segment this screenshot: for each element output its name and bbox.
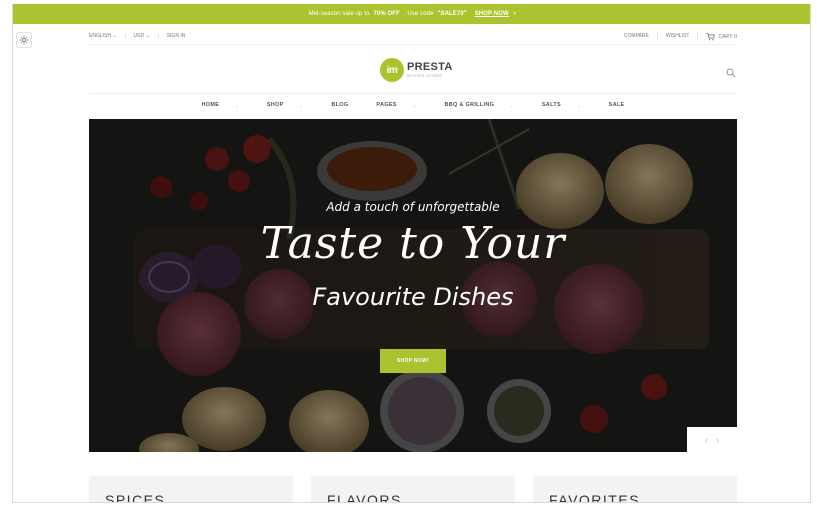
compare-link[interactable]: COMPARE bbox=[616, 33, 658, 41]
chevron-down-icon: ⌄ bbox=[576, 102, 581, 108]
main-nav: HOME ⌄ SHOP ⌄ BLOG PAGES ⌄ BBQ & GRILLING ⌄ SALTS… bbox=[89, 102, 737, 108]
chevron-right-icon[interactable]: › bbox=[716, 435, 719, 445]
logo-mark: im bbox=[380, 58, 404, 82]
settings-gear-button[interactable] bbox=[16, 32, 32, 48]
nav-item-label: SHOP bbox=[266, 102, 284, 108]
promo-banner: Mid-season sale up to 70% OFF . Use code… bbox=[13, 4, 810, 24]
nav-item-label: PAGES bbox=[376, 102, 397, 108]
chevron-down-icon: ⌄ bbox=[299, 102, 304, 108]
hero-title-secondary: Favourite Dishes bbox=[312, 283, 514, 311]
nav-item-label: SALE bbox=[608, 102, 625, 108]
nav-item-salts[interactable]: SALTS ⌄ bbox=[528, 102, 595, 108]
hero-slider: Add a touch of unforgettable Taste to Yo… bbox=[89, 119, 737, 452]
category-card-label: SPICES bbox=[105, 492, 166, 503]
hero-subtitle: Add a touch of unforgettable bbox=[326, 200, 500, 214]
nav-item-label: BLOG bbox=[331, 102, 349, 108]
nav-item-bbq-grilling[interactable]: BBQ & GRILLING ⌄ bbox=[430, 102, 527, 108]
currency-selector[interactable]: USD ⌄ bbox=[126, 33, 159, 39]
promo-discount: 70% OFF bbox=[373, 11, 400, 17]
cart-label: CART: 0 bbox=[718, 34, 737, 40]
nav-item-blog[interactable]: BLOG bbox=[317, 102, 362, 108]
hero-shop-now-button[interactable]: SHOP NOW! bbox=[380, 349, 446, 373]
gear-icon bbox=[19, 35, 29, 45]
category-card-label: FAVORITES bbox=[549, 492, 641, 503]
nav-item-label: SALTS bbox=[541, 102, 561, 108]
cart-icon bbox=[706, 33, 716, 41]
nav-item-sale[interactable]: SALE bbox=[595, 102, 639, 108]
store-logo[interactable]: im PRESTA SPICES STORE bbox=[380, 58, 453, 82]
category-card-label: FLAVORS bbox=[327, 492, 402, 503]
cart-link[interactable]: CART: 0 bbox=[698, 33, 737, 41]
nav-item-shop[interactable]: SHOP ⌄ bbox=[253, 102, 317, 108]
category-banners: SPICES FLAVORS FAVORITES bbox=[89, 476, 737, 503]
nav-item-label: BBQ & GRILLING bbox=[444, 102, 495, 108]
chevron-down-icon: ⌄ bbox=[412, 102, 417, 108]
promo-link-arrow: > bbox=[512, 11, 517, 17]
wishlist-link[interactable]: WISHLIST bbox=[658, 33, 699, 41]
logo-tagline: SPICES STORE bbox=[407, 73, 443, 78]
promo-shop-link[interactable]: SHOP NOW bbox=[475, 11, 509, 17]
promo-text-mid: . Use code bbox=[403, 11, 434, 17]
promo-code: "SALE70" bbox=[437, 11, 467, 17]
category-card-favorites[interactable]: FAVORITES bbox=[533, 476, 737, 503]
slider-arrows: ‹ › bbox=[687, 427, 737, 452]
category-card-flavors[interactable]: FLAVORS bbox=[311, 476, 515, 503]
promo-text: Mid-season sale up to bbox=[308, 11, 370, 17]
chevron-down-icon: ⌄ bbox=[235, 102, 239, 108]
chevron-down-icon: ⌄ bbox=[510, 102, 514, 108]
language-selector[interactable]: ENGLISH ⌄ bbox=[89, 33, 126, 39]
search-button[interactable] bbox=[726, 65, 736, 83]
nav-item-label: HOME bbox=[201, 102, 220, 108]
search-icon bbox=[726, 68, 736, 78]
nav-item-pages[interactable]: PAGES ⌄ bbox=[362, 102, 430, 108]
top-bar: ENGLISH ⌄ USD ⌄ SIGN IN COMPARE WISHLIST… bbox=[89, 27, 737, 45]
chevron-left-icon[interactable]: ‹ bbox=[705, 435, 708, 445]
nav-item-home[interactable]: HOME ⌄ bbox=[188, 102, 253, 108]
logo-name: PRESTA bbox=[407, 61, 453, 73]
header-divider bbox=[89, 93, 737, 94]
sign-in-link[interactable]: SIGN IN bbox=[159, 33, 194, 39]
hero-title: Taste to Your bbox=[260, 218, 566, 269]
page-frame: Mid-season sale up to 70% OFF . Use code… bbox=[12, 4, 811, 503]
category-card-spices[interactable]: SPICES bbox=[89, 476, 293, 503]
